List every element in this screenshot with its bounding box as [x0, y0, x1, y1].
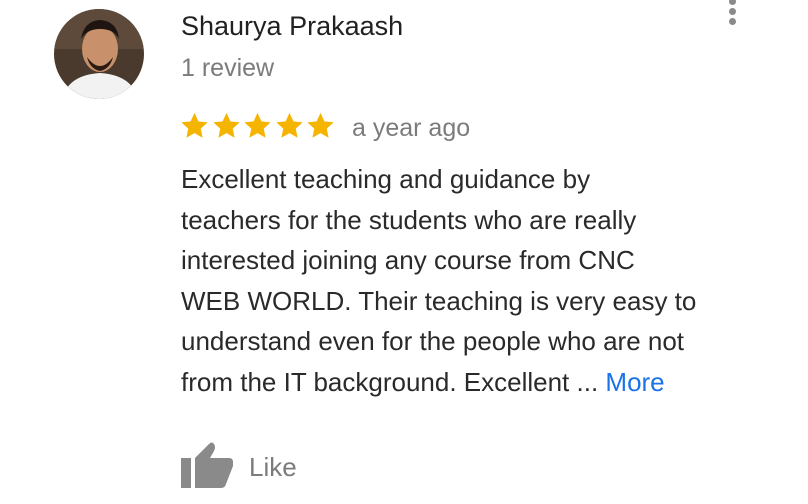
author-name[interactable]: Shaurya Prakaash [181, 10, 403, 42]
review-text: Excellent teaching and guidance by teach… [181, 159, 781, 402]
star-rating [179, 111, 339, 143]
star-icon [244, 112, 271, 138]
author-review-count[interactable]: 1 review [181, 53, 274, 83]
thumbs-up-icon [181, 442, 233, 488]
review-text-line: understand even for the people who are n… [181, 326, 685, 356]
review-text-line: teachers for the students who are really [181, 204, 637, 235]
review-text-line-last: from the IT background. Excellent ... Mo… [181, 362, 781, 403]
avatar-image [54, 9, 144, 99]
star-icon [275, 112, 303, 138]
more-vert-icon-dot [729, 8, 736, 15]
review-text-line: interested joining any course from CNC [181, 245, 635, 275]
review-timestamp: a year ago [352, 114, 471, 142]
review-text-line: from the IT background. Excellent ... [181, 366, 599, 397]
more-options-button[interactable] [720, 0, 746, 30]
avatar[interactable] [54, 9, 144, 99]
more-vert-icon-dot [729, 0, 736, 5]
star-icon [307, 112, 334, 138]
review-text-line: Excellent teaching and guidance by [181, 164, 591, 194]
more-vert-icon-dot [729, 18, 736, 25]
review-text-line: WEB WORLD. Their teaching is very easy t… [181, 285, 697, 316]
star-icon [181, 112, 208, 138]
more-link[interactable]: More [605, 367, 664, 397]
star-icon [212, 112, 240, 138]
review-card: Shaurya Prakaash 1 review a year ago Exc… [0, 0, 808, 504]
like-label: Like [249, 452, 297, 482]
